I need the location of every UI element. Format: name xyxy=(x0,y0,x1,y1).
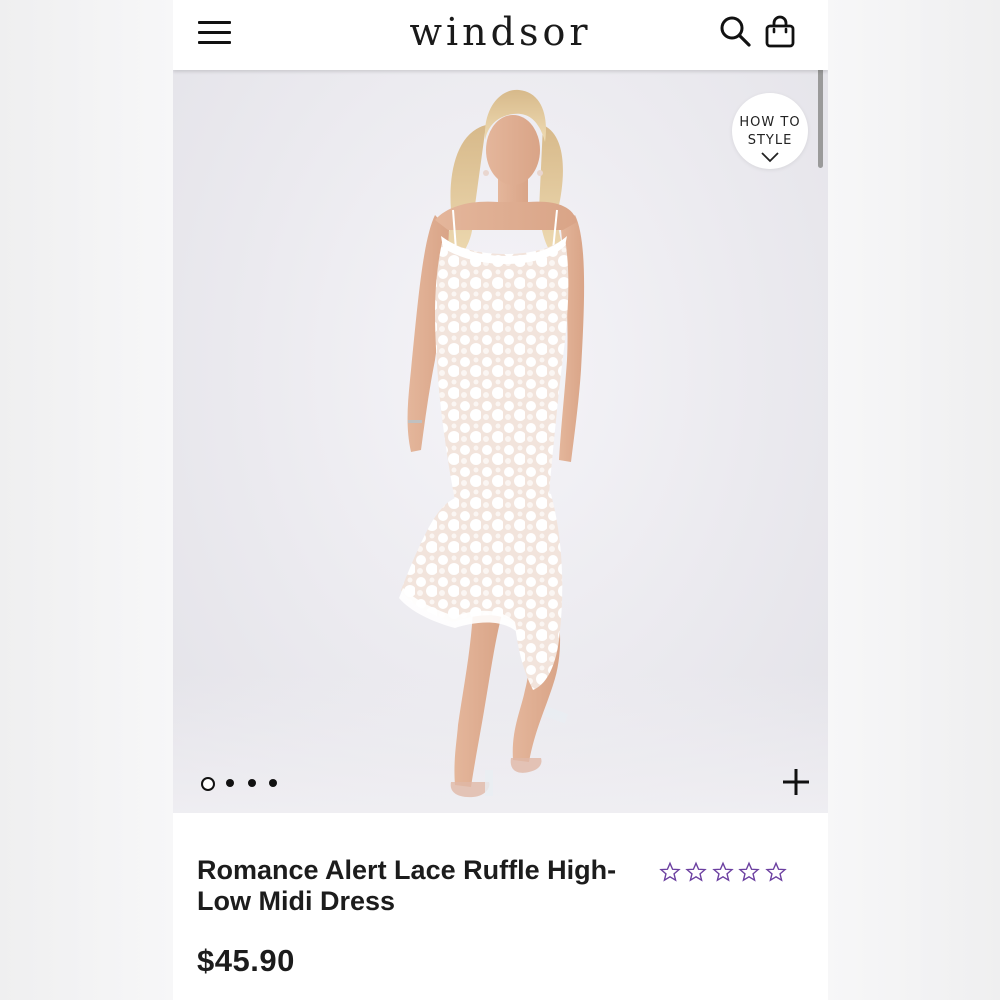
product-page: WINDSOR xyxy=(173,0,828,1000)
star-empty-icon xyxy=(738,861,761,882)
product-image-carousel[interactable]: HOW TO STYLE xyxy=(173,70,828,813)
product-title: Romance Alert Lace Ruffle High-Low Midi … xyxy=(197,855,617,916)
star-rating[interactable] xyxy=(659,861,787,883)
search-button[interactable] xyxy=(719,14,753,50)
chevron-down-icon xyxy=(761,152,779,163)
carousel-dot-2[interactable] xyxy=(226,779,234,787)
site-header: WINDSOR xyxy=(173,0,828,70)
star-empty-icon xyxy=(685,861,708,882)
background-right xyxy=(828,0,1000,1000)
carousel-dot-3[interactable] xyxy=(248,779,256,787)
how-to-style-label: HOW TO xyxy=(739,115,801,130)
star-empty-icon xyxy=(765,861,787,882)
shopping-bag-button[interactable] xyxy=(763,14,797,50)
zoom-button[interactable] xyxy=(778,764,814,800)
product-details: Romance Alert Lace Ruffle High-Low Midi … xyxy=(173,813,828,1000)
how-to-style-button[interactable]: HOW TO STYLE xyxy=(732,93,808,169)
product-photo xyxy=(399,89,585,798)
carousel-dot-4[interactable] xyxy=(269,779,277,787)
background-left xyxy=(0,0,173,1000)
shopping-bag-icon xyxy=(765,15,795,48)
carousel-dot-1[interactable] xyxy=(201,777,215,791)
star-empty-icon xyxy=(659,861,681,882)
search-icon xyxy=(720,16,751,47)
how-to-style-label: STYLE xyxy=(747,133,793,148)
product-price: $45.90 xyxy=(197,943,295,978)
plus-icon xyxy=(783,769,809,795)
star-empty-icon xyxy=(712,861,734,882)
